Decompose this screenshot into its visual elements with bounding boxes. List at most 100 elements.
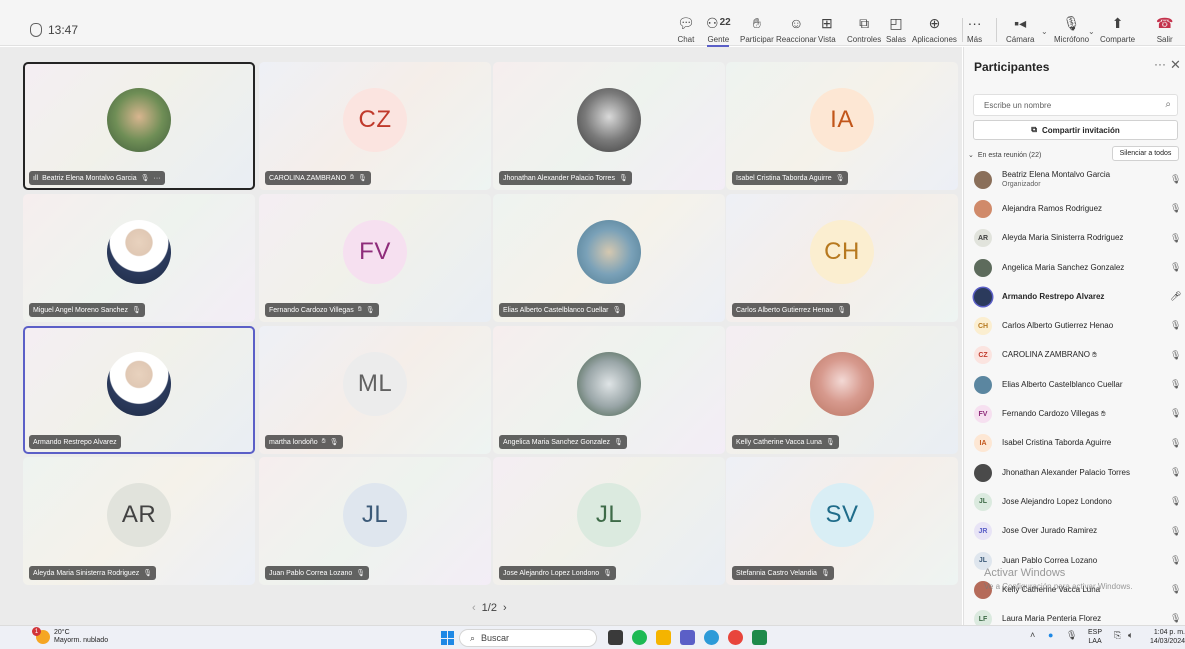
participant-item[interactable]: CZ CAROLINA ZAMBRANO ✋︎ 🎙︎ — [964, 341, 1185, 370]
people-button[interactable]: ⚇ 22 Gente — [706, 14, 731, 47]
camera-options-chevron-icon[interactable]: ⌄ — [1041, 27, 1048, 36]
chrome-icon[interactable] — [728, 630, 743, 645]
participant-name: Jhonathan Alexander Palacio Torres — [1002, 467, 1130, 477]
participant-item[interactable]: FV Fernando Cardozo Villegas ✋︎ 🎙︎ — [964, 399, 1185, 428]
participant-avatar — [974, 199, 992, 218]
raise-hand-button[interactable]: ✋︎ Participar — [740, 14, 774, 44]
edge-icon[interactable] — [704, 630, 719, 645]
mic-off-icon: 🎙︎ — [1170, 232, 1182, 243]
windows-start-icon[interactable] — [441, 631, 455, 645]
mic-off-icon: 🎙︎ — [131, 307, 141, 314]
mute-all-button[interactable]: Silenciar a todos — [1112, 146, 1179, 161]
tile-more-icon[interactable]: ··· — [154, 175, 161, 182]
participant-item[interactable]: JR Jose Over Jurado Ramirez 🎙︎ — [964, 517, 1185, 546]
participant-name: Aleyda Maria Sinisterra Rodriguez — [33, 569, 140, 577]
controls-button[interactable]: ⧉ Controles — [847, 14, 881, 44]
raise-hand-label: Participar — [740, 35, 774, 44]
microphone-options-chevron-icon[interactable]: ⌄ — [1088, 27, 1095, 36]
participant-item[interactable]: LF Laura Maria Penteria Florez 🎙︎ — [964, 604, 1185, 625]
video-tile[interactable]: CZ CAROLINA ZAMBRANO ✋︎ 🎙︎ — [259, 62, 491, 190]
share-button[interactable]: ⬆︎ Comparte — [1100, 14, 1135, 44]
network-icon[interactable]: ⎘ — [1114, 630, 1121, 641]
spotify-icon[interactable] — [632, 630, 647, 645]
video-tile[interactable]: CH Carlos Alberto Gutierrez Henao 🎙︎ — [726, 194, 958, 322]
show-hidden-icons-chevron-icon[interactable]: ˄ — [1030, 630, 1035, 640]
next-page-chevron-icon[interactable]: › — [503, 602, 507, 614]
search-icon: ⌕ — [470, 632, 476, 643]
mic-muted-tray-icon[interactable]: 🎙︎ — [1066, 630, 1077, 641]
participant-avatar: FV — [343, 220, 407, 284]
participant-name-block: Beatriz Elena Montalvo Garcia Organizado… — [1002, 170, 1110, 190]
chat-button[interactable]: 💬︎ Chat — [677, 14, 695, 44]
camera-button[interactable]: ▪◂ Cámara — [1006, 14, 1034, 44]
video-tile[interactable]: Armando Restrepo Alvarez — [23, 326, 255, 454]
participant-item[interactable]: Armando Restrepo Alvarez 🎤︎ — [964, 282, 1185, 311]
search-icon: ⌕ — [1165, 99, 1171, 110]
video-tile[interactable]: Kelly Catherine Vacca Luna 🎙︎ — [726, 326, 958, 454]
excel-icon[interactable] — [752, 630, 767, 645]
video-tile[interactable]: IA Isabel Cristina Taborda Aguirre 🎙︎ — [726, 62, 958, 190]
rooms-button[interactable]: ◰ Salas — [886, 14, 906, 44]
video-tile[interactable]: AR Aleyda Maria Sinisterra Rodriguez 🎙︎ — [23, 457, 255, 585]
participant-item[interactable]: Beatriz Elena Montalvo Garcia Organizado… — [964, 165, 1185, 194]
participant-nametag: Isabel Cristina Taborda Aguirre 🎙︎ — [732, 171, 849, 185]
video-tile[interactable]: FV Fernando Cardozo Villegas ✋︎ 🎙︎ — [259, 194, 491, 322]
page-indicator: 1/2 — [481, 602, 497, 614]
participant-item[interactable]: CH Carlos Alberto Gutierrez Henao 🎙︎ — [964, 311, 1185, 340]
video-tile[interactable]: JL Jose Alejandro Lopez Londono 🎙︎ — [493, 457, 725, 585]
close-icon[interactable]: ✕ — [1170, 57, 1181, 73]
share-invite-button[interactable]: ⧉ Compartir invitación — [973, 120, 1178, 140]
mic-off-icon: 🎙︎ — [1170, 466, 1182, 477]
mic-off-icon: 🎙︎ — [612, 307, 622, 314]
react-button[interactable]: ☺ Reaccionar — [776, 14, 816, 44]
participant-item[interactable]: Elias Alberto Castelblanco Cuellar 🎙︎ — [964, 370, 1185, 399]
video-tile[interactable]: Miguel Angel Moreno Sanchez 🎙︎ — [23, 194, 255, 322]
video-tile[interactable]: Elias Alberto Castelblanco Cuellar 🎙︎ — [493, 194, 725, 322]
volume-icon[interactable]: 🔈︎ — [1128, 630, 1133, 641]
video-tile[interactable]: ıll Beatriz Elena Montalvo Garcia 🎙︎ ··· — [23, 62, 255, 190]
participant-item[interactable]: JL Jose Alejandro Lopez Londono 🎙︎ — [964, 487, 1185, 516]
onedrive-icon[interactable]: ● — [1048, 630, 1053, 640]
video-tile[interactable]: ML martha londoño ✋︎ 🎙︎ — [259, 326, 491, 454]
panel-more-icon[interactable]: ··· — [1154, 57, 1166, 71]
task-view-icon[interactable] — [608, 630, 623, 645]
raised-hand-icon: ✋︎ — [321, 438, 326, 445]
apps-button[interactable]: ⊕ Aplicaciones — [912, 14, 957, 44]
participant-item[interactable]: IA Isabel Cristina Taborda Aguirre 🎙︎ — [964, 429, 1185, 458]
participant-item[interactable]: AR Aleyda Maria Sinisterra Rodriguez 🎙︎ — [964, 224, 1185, 253]
participant-item[interactable]: Jhonathan Alexander Palacio Torres 🎙︎ — [964, 458, 1185, 487]
watermark-subtitle: Ve a Configuración para activar Windows. — [984, 582, 1133, 591]
view-button[interactable]: ⊞ Vista — [818, 14, 836, 44]
mic-off-icon: 🎙︎ — [1170, 174, 1182, 184]
participant-avatar: SV — [810, 483, 874, 547]
participant-avatar: ML — [343, 352, 407, 416]
microphone-button[interactable]: 🎙︎ Micrófono — [1054, 14, 1089, 44]
mic-off-icon: 🎙︎ — [356, 570, 366, 577]
raised-hand-icon: ✋︎ — [1101, 409, 1106, 419]
weather-temperature: 20°C — [54, 629, 70, 636]
video-tile[interactable]: SV Stefannia Castro Velandia 🎙︎ — [726, 457, 958, 585]
participant-name: Angelica Maria Sanchez Gonzalez — [1002, 262, 1125, 272]
video-tile[interactable]: JL Juan Pablo Correa Lozano 🎙︎ — [259, 457, 491, 585]
participant-item[interactable]: Angelica Maria Sanchez Gonzalez 🎙︎ — [964, 253, 1185, 282]
participant-name: Jose Over Jurado Ramirez — [1002, 526, 1098, 536]
in-meeting-section-header[interactable]: ⌄ En esta reunión (22) — [968, 151, 1041, 160]
more-button[interactable]: ··· Más — [967, 14, 982, 44]
mic-off-icon: 🎙︎ — [1170, 437, 1182, 448]
signal-icon: ıll — [33, 174, 39, 182]
taskbar-search-input[interactable]: ⌕ Buscar — [459, 629, 597, 647]
search-placeholder: Escribe un nombre — [984, 100, 1052, 110]
weather-widget[interactable]: 1 20°C Mayorm. nublado — [32, 627, 108, 645]
taskbar-clock[interactable]: 1:04 p. m. 14/03/2024 — [1146, 628, 1185, 646]
leave-button[interactable]: ☎︎ Salir — [1156, 14, 1173, 44]
participant-item[interactable]: Alejandra Ramos Rodriguez 🎙︎ — [964, 194, 1185, 223]
participant-search-input[interactable]: Escribe un nombre ⌕ — [973, 94, 1178, 116]
taskbar-search-label: Buscar — [481, 633, 510, 643]
video-tile[interactable]: Jhonathan Alexander Palacio Torres 🎙︎ — [493, 62, 725, 190]
previous-page-chevron-icon[interactable]: ‹ — [472, 602, 476, 614]
file-explorer-icon[interactable] — [656, 630, 671, 645]
video-tile[interactable]: Angelica Maria Sanchez Gonzalez 🎙︎ — [493, 326, 725, 454]
participant-name: Armando Restrepo Alvarez — [33, 438, 117, 446]
teams-icon[interactable] — [680, 630, 695, 645]
language-indicator[interactable]: ESP LAA — [1088, 628, 1102, 646]
